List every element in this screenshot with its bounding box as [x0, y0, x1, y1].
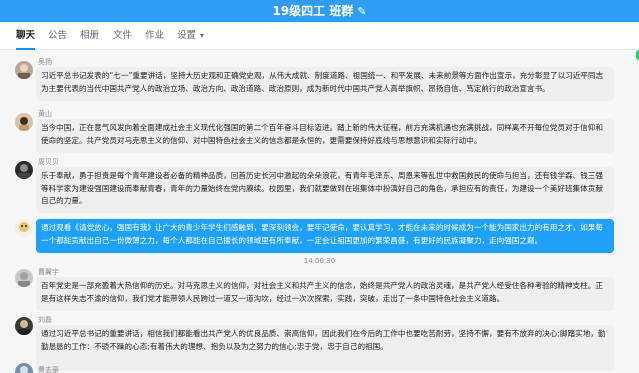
- tab-bar: 聊天 公告 相册 文件 作业 设置 ▾: [0, 22, 639, 60]
- title-bar: 19级四工 班群 ✎: [0, 0, 639, 22]
- avatar[interactable]: [15, 219, 33, 237]
- chevron-down-icon: ▾: [200, 31, 205, 40]
- timestamp: 14:00:30: [303, 257, 336, 265]
- tab-files[interactable]: 文件: [113, 22, 132, 50]
- group-chat-window: 19级四工 班群 ✎ 聊天 公告 相册 文件 作业 设置 ▾ 吴扬 习近平总书记发表…: [0, 0, 639, 373]
- tab-settings[interactable]: 设置 ▾: [177, 22, 204, 50]
- message-bubble-highlighted: 通过观看《请党放心，强国有我》让广大的青少年学生们感触到，要深刻领会，要牢记使命…: [36, 219, 614, 253]
- tab-announcements-label: 公告: [48, 30, 68, 41]
- sender-name: 曹翼宇: [38, 268, 59, 276]
- group-title: 19级四工 班群: [272, 4, 354, 18]
- sender-name: 吴扬: [38, 58, 52, 66]
- message-bubble: 通过习近平总书记的重要讲话，相信我们都能看出共产党人的优良品质、崇高信仰，因此我…: [36, 325, 614, 371]
- avatar[interactable]: [15, 61, 33, 79]
- tab-chat[interactable]: 聊天: [16, 22, 36, 50]
- tab-announcements[interactable]: 公告: [48, 22, 67, 50]
- chat-feed[interactable]: 吴扬 习近平总书记发表的“七一”重要讲话，坚持大历史观和正确党史观，从伟大成就、…: [0, 51, 639, 373]
- tab-chat-label: 聊天: [16, 30, 36, 41]
- tab-album[interactable]: 相册: [80, 22, 99, 50]
- message-bubble: 百年党史是一部充盈着大热信仰的历史。对马克思主义的信仰，对社会主义和共产主义的信…: [36, 277, 614, 311]
- message-bubble: 乐于奉献，勇于担责是每个青年建设者必备的精神品质，回首历史长河中激起的朵朵浪花，…: [36, 167, 614, 213]
- sender-name: 黄山: [38, 110, 52, 118]
- sender-name: 周贝贝: [38, 158, 59, 166]
- tab-album-label: 相册: [80, 30, 100, 41]
- avatar[interactable]: [15, 113, 33, 131]
- tab-settings-label: 设置: [177, 30, 197, 41]
- pencil-icon[interactable]: ✎: [357, 5, 366, 18]
- tab-homework-label: 作业: [145, 30, 165, 41]
- avatar[interactable]: [15, 317, 33, 335]
- avatar[interactable]: [15, 161, 33, 179]
- message-bubble: 习近平总书记发表的“七一”重要讲话，坚持大历史观和正确党史观，从伟大成就、制度道…: [36, 67, 614, 101]
- avatar[interactable]: [15, 363, 33, 373]
- tab-files-label: 文件: [113, 30, 133, 41]
- avatar[interactable]: [15, 269, 33, 287]
- tab-homework[interactable]: 作业: [145, 22, 164, 50]
- sender-name: 刘磊: [38, 316, 52, 324]
- sender-name: 曹志豪: [38, 366, 59, 373]
- message-bubble: 当今中国，正在意气风发向着全面建成社会主义现代化强国的第二个百年奋斗目标迈进。踏…: [36, 119, 614, 153]
